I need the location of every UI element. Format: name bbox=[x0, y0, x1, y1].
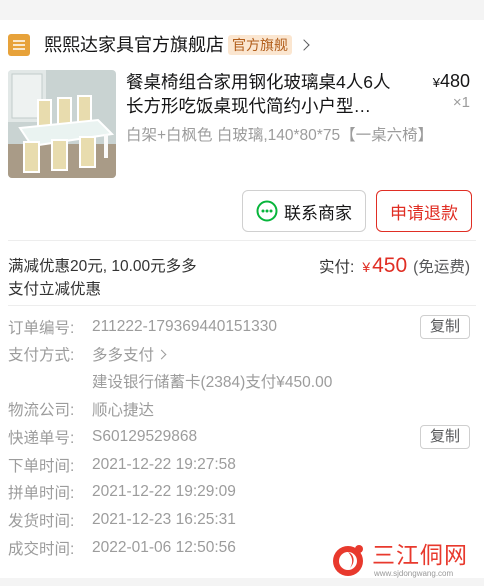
payment-method-label: 支付方式: bbox=[8, 347, 75, 364]
copy-order-number-button[interactable]: 复制 bbox=[420, 315, 470, 339]
product-title[interactable]: 餐桌椅组合家用钢化玻璃桌4人6人长方形吃饭桌现代简约小户型… bbox=[126, 70, 398, 118]
payment-method-value: 多多支付 bbox=[92, 343, 167, 365]
divider bbox=[8, 240, 476, 241]
ship-time-row: 发货时间: 2021-12-23 16:25:31 bbox=[8, 507, 470, 533]
paid-value: 450 bbox=[372, 254, 408, 277]
store-logo-icon bbox=[8, 34, 30, 56]
deal-time-label: 成交时间: bbox=[8, 541, 75, 558]
ship-time-label: 发货时间: bbox=[8, 513, 75, 530]
group-time-row: 拼单时间: 2021-12-22 19:29:09 bbox=[8, 479, 470, 505]
shipping-note: (免运费) bbox=[413, 259, 470, 276]
store-header[interactable]: 熙熙达家具官方旗舰店 官方旗舰 bbox=[8, 32, 310, 58]
group-time-label: 拼单时间: bbox=[8, 485, 75, 502]
tracking-number-value: S60129529868 bbox=[92, 428, 198, 445]
product-price: ¥480 bbox=[433, 71, 470, 92]
payment-detail-value: 建设银行储蓄卡(2384)支付¥450.00 bbox=[92, 374, 333, 391]
official-store-badge: 官方旗舰 bbox=[228, 35, 292, 55]
payment-detail-row: 建设银行储蓄卡(2384)支付¥450.00 bbox=[8, 368, 470, 394]
watermark-name: 三江侗网 bbox=[372, 542, 468, 568]
divider bbox=[8, 305, 476, 306]
store-name: 熙熙达家具官方旗舰店 bbox=[44, 35, 224, 55]
contact-seller-label: 联系商家 bbox=[284, 203, 352, 223]
watermark-url: www.sjdongwang.com bbox=[374, 569, 454, 578]
chat-bubble-icon bbox=[256, 200, 278, 222]
order-number-label: 订单编号: bbox=[8, 320, 75, 337]
logistics-company-row: 物流公司: 顺心捷达 bbox=[8, 396, 470, 422]
order-detail-page: 熙熙达家具官方旗舰店 官方旗舰 餐桌椅组合家用钢化玻璃桌4人6人长方形吃饭桌现代… bbox=[0, 0, 484, 586]
group-time-value: 2021-12-22 19:29:09 bbox=[92, 483, 236, 500]
chevron-right-icon bbox=[156, 349, 167, 359]
request-refund-label: 申请退款 bbox=[390, 203, 458, 223]
chevron-right-icon bbox=[298, 39, 310, 51]
logistics-company-label: 物流公司: bbox=[8, 402, 75, 419]
product-quantity: ×1 bbox=[452, 94, 470, 111]
ship-time-value: 2021-12-23 16:25:31 bbox=[92, 511, 236, 528]
product-image[interactable] bbox=[8, 70, 116, 178]
order-number-value: 211222-179369440151330 bbox=[92, 318, 278, 335]
price-currency: ¥ bbox=[432, 75, 440, 90]
paid-currency: ¥ bbox=[362, 259, 371, 275]
logistics-company-value: 顺心捷达 bbox=[92, 402, 155, 419]
top-separator bbox=[0, 0, 484, 20]
contact-seller-button[interactable]: 联系商家 bbox=[242, 190, 366, 232]
copy-tracking-number-button[interactable]: 复制 bbox=[420, 425, 470, 449]
payment-method-row[interactable]: 支付方式: 多多支付 bbox=[8, 341, 470, 367]
order-time-row: 下单时间: 2021-12-22 19:27:58 bbox=[8, 452, 470, 478]
bottom-separator bbox=[0, 578, 484, 586]
payment-method-text: 多多支付 bbox=[92, 347, 155, 364]
paid-label: 实付: bbox=[319, 259, 355, 276]
order-time-value: 2021-12-22 19:27:58 bbox=[92, 456, 236, 473]
paid-amount: 实付: ¥ 450 (免运费) bbox=[319, 254, 470, 280]
request-refund-button[interactable]: 申请退款 bbox=[376, 190, 472, 232]
tracking-number-row: 快递单号: S60129529868 复制 bbox=[8, 424, 470, 450]
deal-time-value: 2022-01-06 12:50:56 bbox=[92, 539, 236, 556]
site-watermark: 三江侗网 www.sjdongwang.com bbox=[330, 542, 475, 578]
order-time-label: 下单时间: bbox=[8, 458, 75, 475]
discount-text: 满减优惠20元, 10.00元多多支付立减优惠 bbox=[8, 258, 197, 298]
watermark-logo-icon bbox=[333, 545, 363, 576]
tracking-number-label: 快递单号: bbox=[8, 430, 75, 447]
product-spec: 白架+白枫色 白玻璃,140*80*75【一桌六椅】 bbox=[126, 127, 434, 144]
price-amount: 480 bbox=[439, 71, 470, 91]
dining-table-set-photo bbox=[8, 70, 116, 178]
order-number-row: 订单编号: 211222-179369440151330 复制 bbox=[8, 314, 470, 340]
